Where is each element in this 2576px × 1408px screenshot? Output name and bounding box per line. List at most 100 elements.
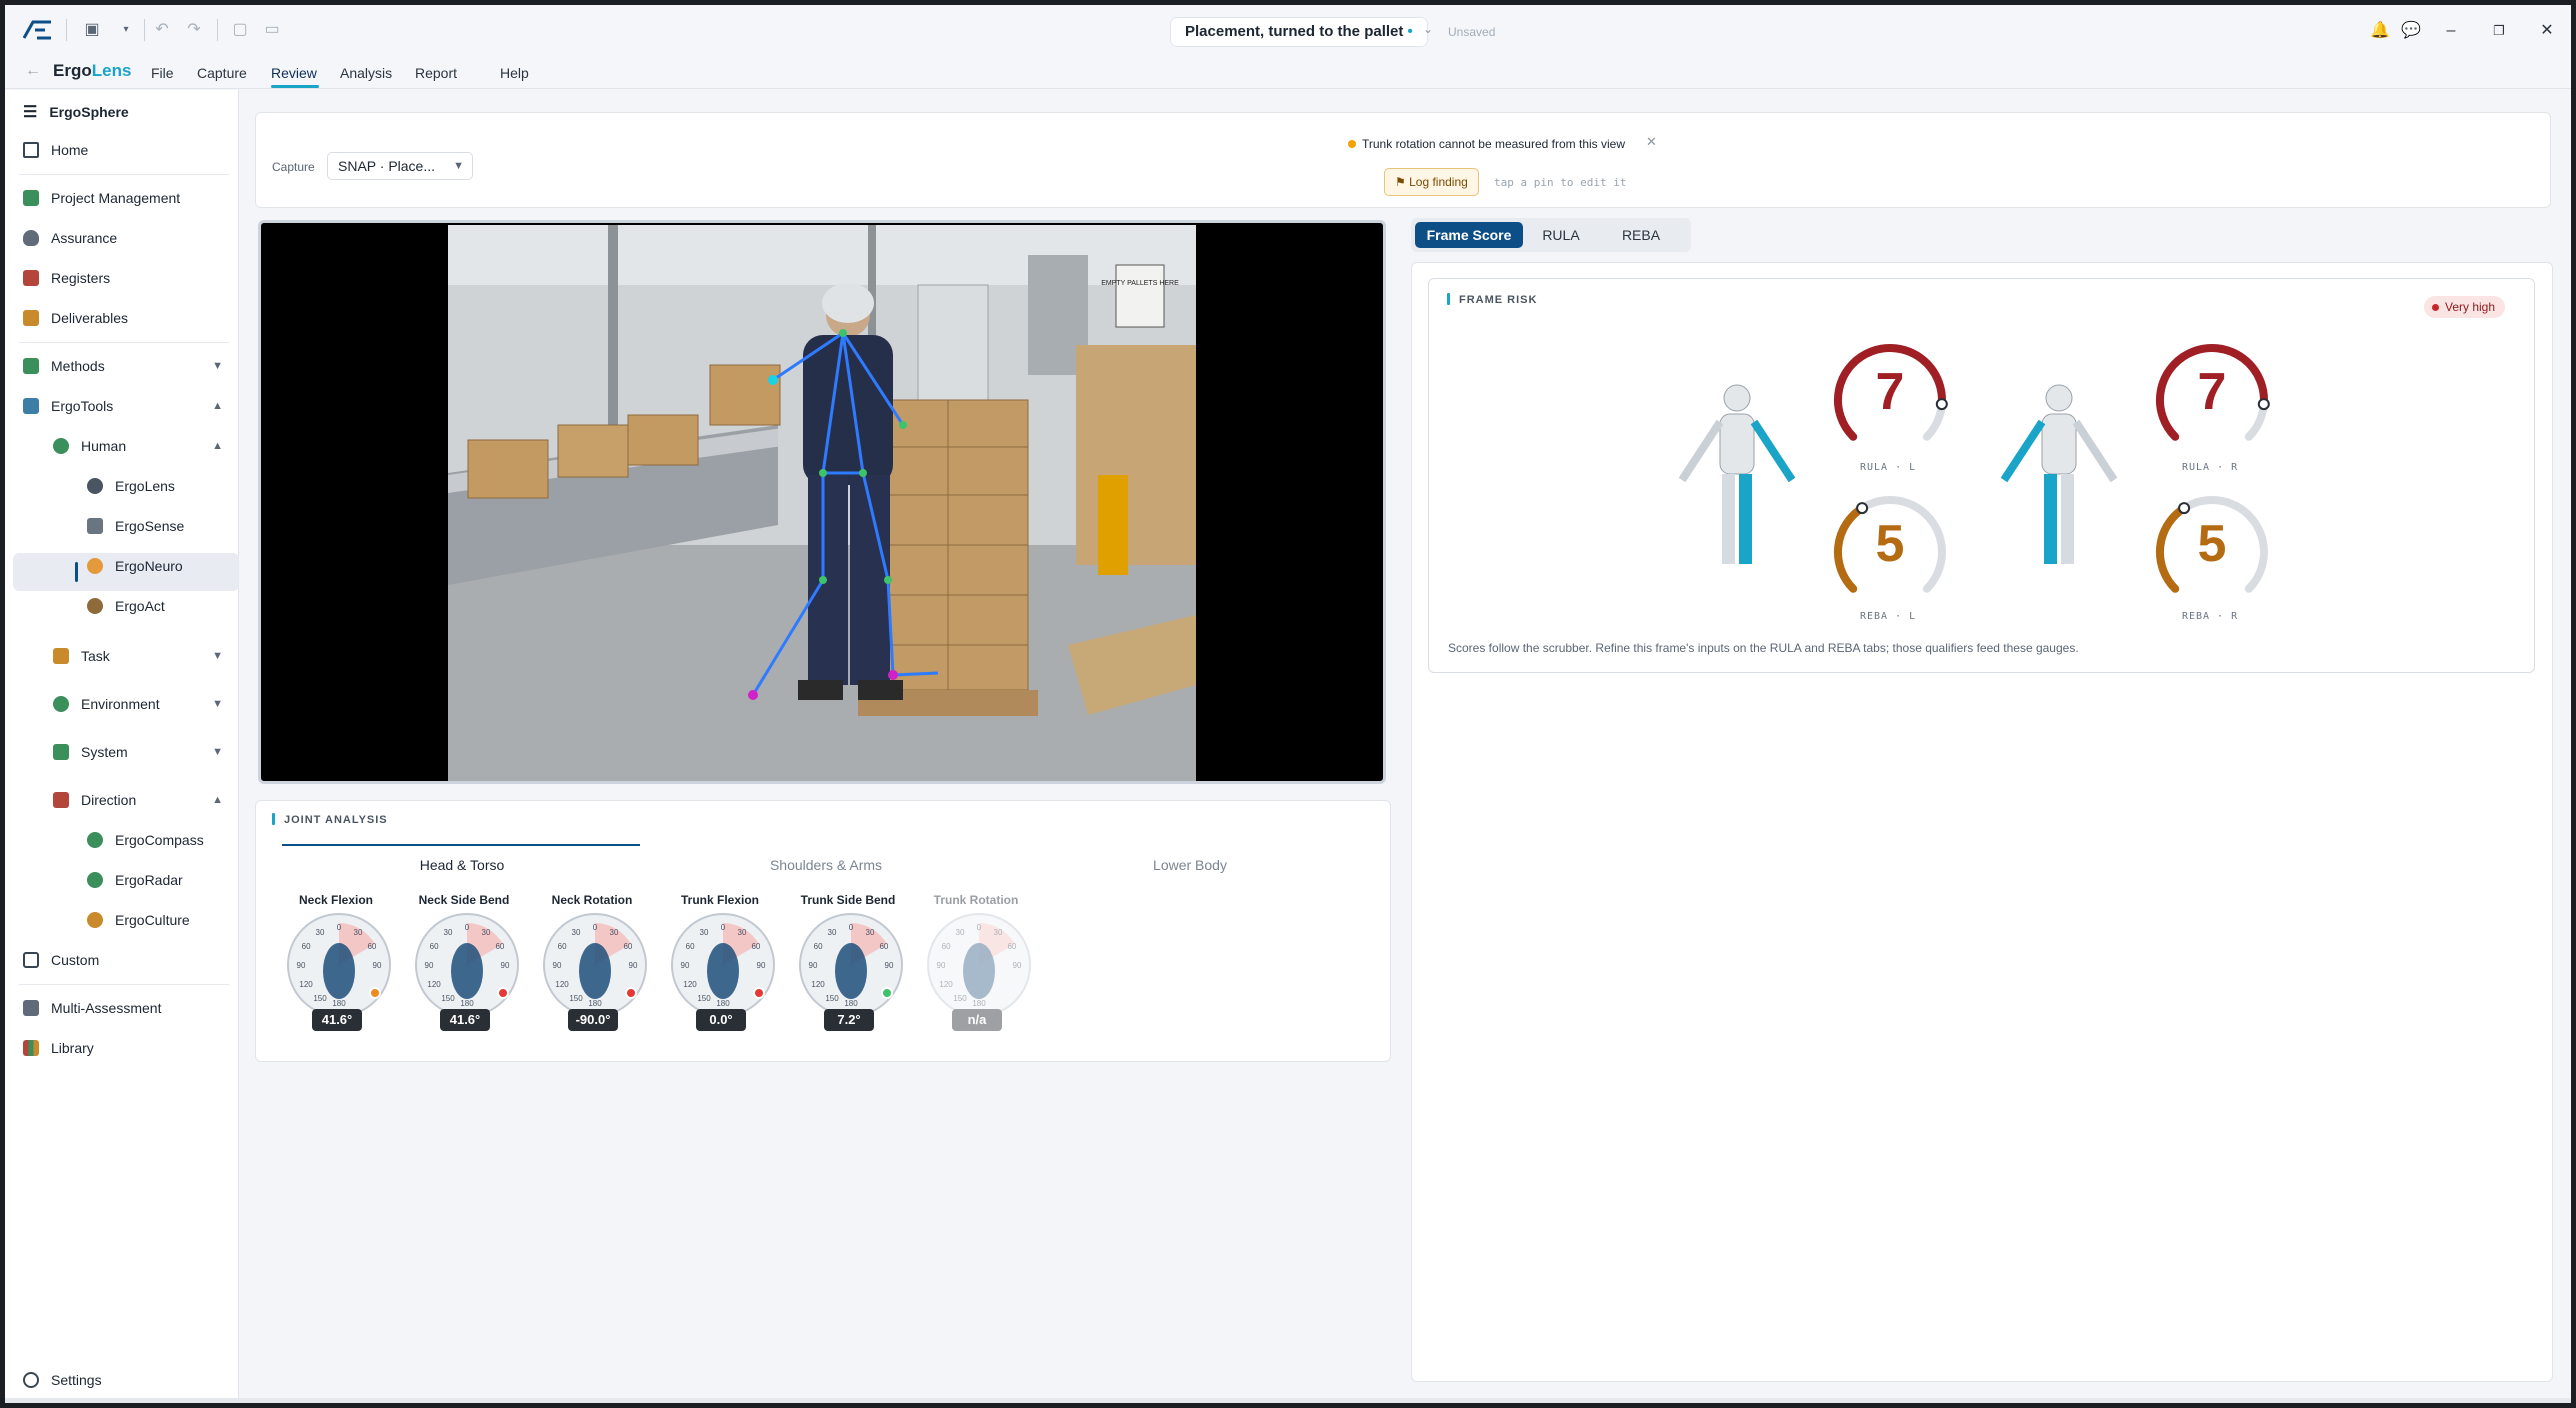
maximize-button[interactable]: ❐	[2484, 19, 2514, 43]
tab-shoulders-arms[interactable]: Shoulders & Arms	[646, 857, 1006, 873]
custom-grid-icon	[23, 952, 39, 968]
menu-review[interactable]: Review	[271, 65, 317, 81]
sidebar-item-settings[interactable]: Settings	[23, 1364, 223, 1396]
joint-dial-tick: 180	[844, 999, 858, 1008]
sidebar-item-ergoradar[interactable]: ErgoRadar	[87, 864, 223, 896]
joint-dial-tick: 60	[686, 942, 695, 951]
joint-dial-tick: 90	[553, 961, 562, 970]
sidebar-item-ergocompass[interactable]: ErgoCompass	[87, 824, 223, 856]
sidebar-header[interactable]: ☰ ErgoSphere	[23, 96, 223, 128]
notifications-icon[interactable]: 🔔	[2365, 19, 2395, 43]
open-folder-icon[interactable]: ▭	[261, 19, 283, 41]
sidebar-item-custom[interactable]: Custom	[23, 944, 223, 976]
tab-rula[interactable]: RULA	[1531, 222, 1591, 248]
capture-label: Capture	[272, 160, 315, 174]
joint-dial-tick: 180	[460, 999, 474, 1008]
back-arrow-icon[interactable]: ←	[25, 62, 41, 80]
minimize-button[interactable]: –	[2436, 19, 2466, 43]
log-finding-button[interactable]: ⚑ Log finding	[1384, 168, 1479, 196]
warning-text: Trunk rotation cannot be measured from t…	[1362, 137, 1626, 151]
mannequin-right-highlight	[2000, 384, 2118, 564]
joint-status-indicator	[369, 987, 381, 999]
hamburger-menu-icon[interactable]: ☰	[23, 102, 37, 122]
dismiss-warning-icon[interactable]: ✕	[1646, 134, 1657, 150]
close-window-button[interactable]: ✕	[2532, 19, 2562, 43]
joint-gauge[interactable]: Neck Flexion 90 60 30 0 30 60 90 120 150 180 41.6°	[276, 893, 396, 1043]
sidebar-item-home[interactable]: Home	[23, 134, 223, 166]
sidebar-item-library[interactable]: Library	[23, 1032, 223, 1064]
menu-report[interactable]: Report	[415, 65, 457, 81]
sidebar-item-assurance[interactable]: Assurance	[23, 222, 223, 254]
joint-gauge[interactable]: Neck Side Bend 90 60 30 0 30 60 90 120 150 180 41.6…	[404, 893, 524, 1043]
joint-gauge-value: 41.6°	[440, 1009, 490, 1031]
sidebar-item-task[interactable]: Task ▼	[53, 640, 223, 672]
joint-posture-figure	[323, 943, 355, 999]
menu-capture[interactable]: Capture	[197, 65, 247, 81]
chevron-down-icon[interactable]: ▼	[212, 650, 223, 662]
tab-lower-body[interactable]: Lower Body	[1010, 857, 1370, 873]
joint-gauge[interactable]: Trunk Flexion 90 60 30 0 30 60 90 120 150 180 0.0°	[660, 893, 780, 1043]
joint-dial: 90 60 30 0 30 60 90 120 150 180	[287, 913, 391, 1017]
joint-dial-tick: 180	[972, 999, 986, 1008]
score-gauge: 7	[2152, 340, 2272, 460]
sidebar-item-human[interactable]: Human ▲	[53, 430, 223, 462]
joint-dial-tick: 0	[721, 923, 726, 932]
chat-icon[interactable]: 💬	[2396, 19, 2426, 43]
save-menu-chevron-icon[interactable]: ▾	[115, 19, 137, 41]
score-value: 5	[1875, 515, 1905, 573]
sidebar-item-ergoculture[interactable]: ErgoCulture	[87, 904, 223, 936]
redo-icon[interactable]: ↷	[183, 19, 205, 41]
capture-select[interactable]: SNAP · Place... ▼	[327, 152, 473, 180]
section-accent	[272, 813, 275, 825]
save-icon[interactable]: ▣	[81, 19, 103, 41]
undo-icon[interactable]: ↶	[151, 19, 173, 41]
document-title[interactable]: Placement, turned to the pallet •	[1171, 18, 1427, 46]
deliverables-icon	[23, 310, 39, 326]
menu-analysis[interactable]: Analysis	[340, 65, 392, 81]
menu-file[interactable]: File	[151, 65, 174, 81]
joint-dial-tick: 60	[430, 942, 439, 951]
sidebar-item-ergosense[interactable]: ErgoSense	[87, 510, 223, 542]
joint-dial-tick: 30	[700, 928, 709, 937]
chevron-up-icon[interactable]: ▲	[212, 794, 223, 806]
joint-dial-tick: 120	[299, 980, 313, 989]
new-file-icon[interactable]: ▢	[229, 19, 251, 41]
menu-help[interactable]: Help	[500, 65, 529, 81]
joint-dial-tick: 30	[610, 928, 619, 937]
sidebar-item-ergotools[interactable]: ErgoTools ▲	[23, 390, 223, 422]
tab-frame-score[interactable]: Frame Score	[1415, 222, 1523, 248]
sidebar-item-multi-assessment[interactable]: Multi-Assessment	[23, 992, 223, 1024]
joint-dial-tick: 180	[716, 999, 730, 1008]
document-menu-chevron-icon[interactable]: ⌄	[1423, 22, 1433, 36]
sidebar-item-ergoact[interactable]: ErgoAct	[87, 590, 223, 622]
sidebar-item-label: Library	[51, 1040, 94, 1056]
chevron-up-icon[interactable]: ▲	[212, 440, 223, 452]
sidebar-item-registers[interactable]: Registers	[23, 262, 223, 294]
frame-risk-card: FRAME RISK	[1428, 278, 2535, 673]
capture-panel: Capture SNAP · Place... ▼ Trunk rotation…	[255, 112, 2551, 208]
sidebar-item-ergolens[interactable]: ErgoLens	[87, 470, 223, 502]
score-label: RULA · R	[2182, 462, 2239, 473]
sidebar-item-environment[interactable]: Environment ▼	[53, 688, 223, 720]
sidebar-item-deliverables[interactable]: Deliverables	[23, 302, 223, 334]
tab-head-torso[interactable]: Head & Torso	[282, 857, 642, 873]
chevron-down-icon[interactable]: ▼	[212, 360, 223, 372]
chevron-down-icon[interactable]: ▼	[212, 746, 223, 758]
video-viewer[interactable]: EMPTY PALLETS HERE	[258, 220, 1386, 784]
chevron-up-icon[interactable]: ▲	[212, 400, 223, 412]
joint-gauge[interactable]: Neck Rotation 90 60 30 0 30 60 90 120 150 180 -90.0…	[532, 893, 652, 1043]
joint-gauge[interactable]: Trunk Side Bend 90 60 30 0 30 60 90 120 150 180 7.2…	[788, 893, 908, 1043]
joint-gauge-label: Trunk Flexion	[680, 893, 759, 907]
sidebar-item-label: ErgoNeuro	[115, 558, 183, 574]
sidebar-item-methods[interactable]: Methods ▼	[23, 350, 223, 382]
sidebar-item-ergoneuro[interactable]: ErgoNeuro	[87, 550, 223, 582]
tab-reba[interactable]: REBA	[1603, 222, 1679, 248]
joint-dial: 90 60 30 0 30 60 90 120 150 180	[671, 913, 775, 1017]
chevron-down-icon[interactable]: ▼	[212, 698, 223, 710]
joint-dial-tick: 30	[354, 928, 363, 937]
sidebar-item-system[interactable]: System ▼	[53, 736, 223, 768]
sidebar-item-direction[interactable]: Direction ▲	[53, 784, 223, 816]
joint-gauge[interactable]: Trunk Rotation 90 60 30 0 30 60 90 120 150 180 n/a	[916, 893, 1036, 1043]
sidebar-item-project-management[interactable]: Project Management	[23, 182, 223, 214]
joint-dial-face: 90 60 30 0 30 60 90 120150 180	[297, 923, 382, 1008]
